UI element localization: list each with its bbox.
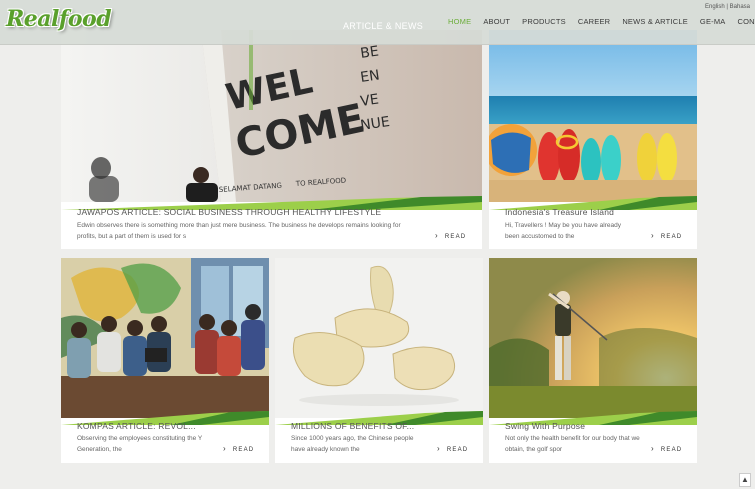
chevron-right-icon: › [223, 444, 227, 453]
chevron-right-icon: › [651, 231, 655, 240]
article-card[interactable]: Swing With Purpose Not only the health b… [489, 258, 697, 463]
chevron-right-icon: › [435, 231, 439, 240]
article-excerpt: Edwin observes there is something more t… [77, 222, 401, 240]
article-image-birds-nest[interactable] [275, 258, 483, 418]
chevron-right-icon: › [437, 444, 441, 453]
lang-english-link[interactable]: English [705, 4, 725, 10]
page-section-title: ARTICLE & NEWS [343, 21, 424, 31]
realfood-logo[interactable]: Realfood [6, 6, 112, 32]
svg-text:EN: EN [359, 67, 380, 86]
nav-home[interactable]: HOME [448, 17, 471, 26]
article-title[interactable]: Indonesia's Treasure Island [505, 207, 690, 217]
article-title[interactable]: KOMPAS ARTICLE: REVOL... [77, 421, 257, 431]
nav-career[interactable]: CAREER [578, 17, 610, 26]
site-header: Realfood ARTICLE & NEWS English | Bahasa… [0, 0, 755, 45]
language-switcher: English | Bahasa [705, 4, 750, 10]
article-title[interactable]: MILLIONS OF BENEFITS OF... [291, 421, 471, 431]
nav-contact[interactable]: CONTACT [738, 17, 755, 26]
article-title[interactable]: JAWAPOS ARTICLE: SOCIAL BUSINESS THROUGH… [77, 207, 467, 217]
svg-text:VE: VE [359, 92, 379, 110]
article-image-team-meeting[interactable] [61, 258, 269, 418]
scroll-to-top-icon[interactable]: ▲ [739, 473, 751, 487]
article-excerpt: Since 1000 years ago, the Chinese people… [291, 435, 414, 453]
chevron-right-icon: › [651, 444, 655, 453]
article-card[interactable]: Indonesia's Treasure Island Hi, Travelle… [489, 30, 697, 249]
article-title[interactable]: Swing With Purpose [505, 421, 685, 431]
article-image-welcome-wall[interactable]: WEL COME BE EN VE NUE SELAMAT DATANG TO … [61, 30, 482, 202]
lang-bahasa-link[interactable]: Bahasa [730, 4, 750, 10]
read-link[interactable]: › READ [651, 231, 682, 240]
lang-separator: | [726, 4, 728, 10]
article-image-beach-sandals[interactable] [489, 30, 697, 202]
read-link[interactable]: › READ [437, 444, 468, 453]
nav-news-article[interactable]: NEWS & ARTICLE [622, 17, 688, 26]
read-link[interactable]: › READ [651, 444, 682, 453]
read-link[interactable]: › READ [435, 231, 466, 240]
article-image-golfer[interactable] [489, 258, 697, 418]
nav-ge-ma[interactable]: GE-MA [700, 17, 726, 26]
article-card[interactable]: KOMPAS ARTICLE: REVOL... Observing the e… [61, 258, 269, 463]
nav-products[interactable]: PRODUCTS [522, 17, 566, 26]
read-link[interactable]: › READ [223, 444, 254, 453]
svg-text:BE: BE [359, 44, 380, 62]
article-excerpt: Not only the health benefit for our body… [505, 435, 640, 453]
article-excerpt: Observing the employees constituting the… [77, 435, 203, 453]
article-card[interactable]: MILLIONS OF BENEFITS OF... Since 1000 ye… [275, 258, 483, 463]
nav-about[interactable]: ABOUT [483, 17, 510, 26]
main-nav: HOME ABOUT PRODUCTS CAREER NEWS & ARTICL… [448, 17, 755, 26]
article-card[interactable]: WEL COME BE EN VE NUE SELAMAT DATANG TO … [61, 30, 482, 249]
article-excerpt: Hi, Travellers ! May be you have already… [505, 222, 621, 240]
